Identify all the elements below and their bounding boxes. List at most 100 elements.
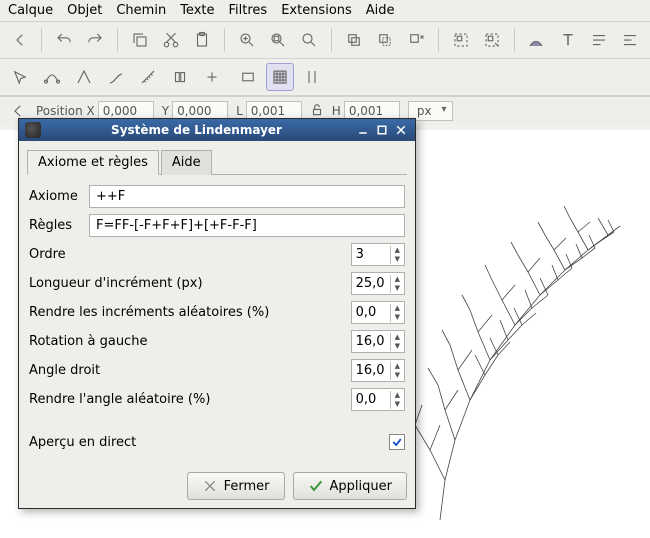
tool-options-bar bbox=[0, 59, 650, 96]
separator bbox=[438, 28, 439, 52]
spin-down-icon[interactable]: ▼ bbox=[391, 255, 404, 264]
fill-stroke-icon[interactable] bbox=[523, 26, 550, 54]
menu-chemin[interactable]: Chemin bbox=[116, 3, 166, 18]
menu-texte[interactable]: Texte bbox=[180, 3, 214, 18]
spin-up-icon[interactable]: ▲ bbox=[391, 362, 404, 371]
check-icon bbox=[391, 436, 403, 448]
position-x-label: Position X bbox=[36, 104, 95, 118]
copy-icon[interactable] bbox=[126, 26, 153, 54]
main-toolbar bbox=[0, 22, 650, 59]
rot-gauche-label: Rotation à gauche bbox=[29, 334, 147, 349]
angle-droit-spinner[interactable]: ▲▼ bbox=[351, 359, 405, 382]
spin-down-icon[interactable]: ▼ bbox=[391, 400, 404, 409]
menu-calque[interactable]: Calque bbox=[8, 3, 53, 18]
pen-icon[interactable] bbox=[102, 63, 130, 91]
angle-droit-input[interactable] bbox=[352, 360, 390, 381]
spin-up-icon[interactable]: ▲ bbox=[391, 333, 404, 342]
move-icon[interactable] bbox=[6, 63, 34, 91]
axiome-input[interactable] bbox=[89, 185, 405, 208]
node-icon[interactable] bbox=[38, 63, 66, 91]
grid-icon[interactable] bbox=[266, 63, 294, 91]
preview-label: Aperçu en direct bbox=[29, 435, 136, 450]
minimize-icon[interactable] bbox=[355, 122, 371, 138]
rand-inc-spinner[interactable]: ▲▼ bbox=[351, 301, 405, 324]
rand-angle-input[interactable] bbox=[352, 389, 390, 410]
dialog-buttons: Fermer Appliquer bbox=[19, 464, 415, 508]
undo-icon[interactable] bbox=[50, 26, 77, 54]
break-icon[interactable] bbox=[166, 63, 194, 91]
spin-up-icon[interactable]: ▲ bbox=[391, 391, 404, 400]
zoom-page-icon[interactable] bbox=[296, 26, 323, 54]
width-label: L bbox=[236, 104, 243, 118]
spin-down-icon[interactable]: ▼ bbox=[391, 371, 404, 380]
regles-label: Règles bbox=[29, 218, 83, 233]
text-icon[interactable] bbox=[554, 26, 581, 54]
position-y-label: Y bbox=[162, 104, 169, 118]
longueur-spinner[interactable]: ▲▼ bbox=[351, 272, 405, 295]
tweak-icon[interactable] bbox=[70, 63, 98, 91]
rand-angle-label: Rendre l'angle aléatoire (%) bbox=[29, 392, 210, 407]
dialog-title: Système de Lindenmayer bbox=[41, 123, 352, 137]
ordre-spinner[interactable]: ▲▼ bbox=[351, 243, 405, 266]
angle-droit-label: Angle droit bbox=[29, 363, 100, 378]
rect-icon[interactable] bbox=[234, 63, 262, 91]
lock-icon[interactable] bbox=[310, 103, 324, 120]
lindenmayer-dialog: Système de Lindenmayer Axiome et règles … bbox=[18, 118, 416, 509]
zoom-fit-icon[interactable] bbox=[264, 26, 291, 54]
guides-icon[interactable] bbox=[298, 63, 326, 91]
rand-inc-input[interactable] bbox=[352, 302, 390, 323]
height-label: H bbox=[332, 104, 341, 118]
close-button-label: Fermer bbox=[224, 479, 270, 494]
rot-gauche-input[interactable] bbox=[352, 331, 390, 352]
close-button[interactable]: Fermer bbox=[187, 472, 285, 500]
longueur-label: Longueur d'incrément (px) bbox=[29, 276, 203, 291]
redo-icon[interactable] bbox=[82, 26, 109, 54]
cut-icon[interactable] bbox=[157, 26, 184, 54]
paste-icon[interactable] bbox=[189, 26, 216, 54]
close-icon[interactable] bbox=[393, 122, 409, 138]
titlebar[interactable]: Système de Lindenmayer bbox=[19, 119, 415, 141]
clone-icon[interactable] bbox=[371, 26, 398, 54]
join-icon[interactable] bbox=[198, 63, 226, 91]
spin-up-icon[interactable]: ▲ bbox=[391, 304, 404, 313]
ungroup-icon[interactable] bbox=[478, 26, 505, 54]
rand-angle-spinner[interactable]: ▲▼ bbox=[351, 388, 405, 411]
zoom-in-icon[interactable] bbox=[233, 26, 260, 54]
spin-down-icon[interactable]: ▼ bbox=[391, 313, 404, 322]
ordre-label: Ordre bbox=[29, 247, 66, 262]
longueur-input[interactable] bbox=[352, 273, 390, 294]
separator bbox=[331, 28, 332, 52]
group-icon[interactable] bbox=[447, 26, 474, 54]
duplicate-icon[interactable] bbox=[340, 26, 367, 54]
axiome-label: Axiome bbox=[29, 189, 83, 204]
measure-icon[interactable] bbox=[134, 63, 162, 91]
menu-extensions[interactable]: Extensions bbox=[281, 3, 352, 18]
spin-down-icon[interactable]: ▼ bbox=[391, 284, 404, 293]
menu-aide[interactable]: Aide bbox=[366, 3, 395, 18]
chevron-left-icon[interactable] bbox=[6, 26, 33, 54]
xml-icon[interactable] bbox=[585, 26, 612, 54]
ordre-input[interactable] bbox=[352, 244, 390, 265]
separator bbox=[41, 28, 42, 52]
apply-button[interactable]: Appliquer bbox=[293, 472, 407, 500]
separator bbox=[117, 28, 118, 52]
spin-up-icon[interactable]: ▲ bbox=[391, 246, 404, 255]
tab-axiome-regles[interactable]: Axiome et règles bbox=[27, 150, 159, 175]
dialog-body: Axiome et règles Aide Axiome Règles Ordr… bbox=[19, 141, 415, 464]
regles-input[interactable] bbox=[89, 214, 405, 237]
rot-gauche-spinner[interactable]: ▲▼ bbox=[351, 330, 405, 353]
tabs: Axiome et règles Aide bbox=[27, 149, 407, 175]
apply-button-label: Appliquer bbox=[330, 479, 392, 494]
spin-up-icon[interactable]: ▲ bbox=[391, 275, 404, 284]
separator bbox=[224, 28, 225, 52]
spin-down-icon[interactable]: ▼ bbox=[391, 342, 404, 351]
align-icon[interactable] bbox=[617, 26, 644, 54]
menu-filtres[interactable]: Filtres bbox=[229, 3, 268, 18]
unlink-clone-icon[interactable] bbox=[403, 26, 430, 54]
maximize-icon[interactable] bbox=[374, 122, 390, 138]
rand-inc-label: Rendre les incréments aléatoires (%) bbox=[29, 305, 269, 320]
menu-objet[interactable]: Objet bbox=[67, 3, 102, 18]
form: Axiome Règles Ordre ▲▼ Longueur d'incrém… bbox=[27, 179, 407, 423]
preview-checkbox[interactable] bbox=[389, 434, 405, 450]
tab-aide[interactable]: Aide bbox=[161, 150, 212, 175]
